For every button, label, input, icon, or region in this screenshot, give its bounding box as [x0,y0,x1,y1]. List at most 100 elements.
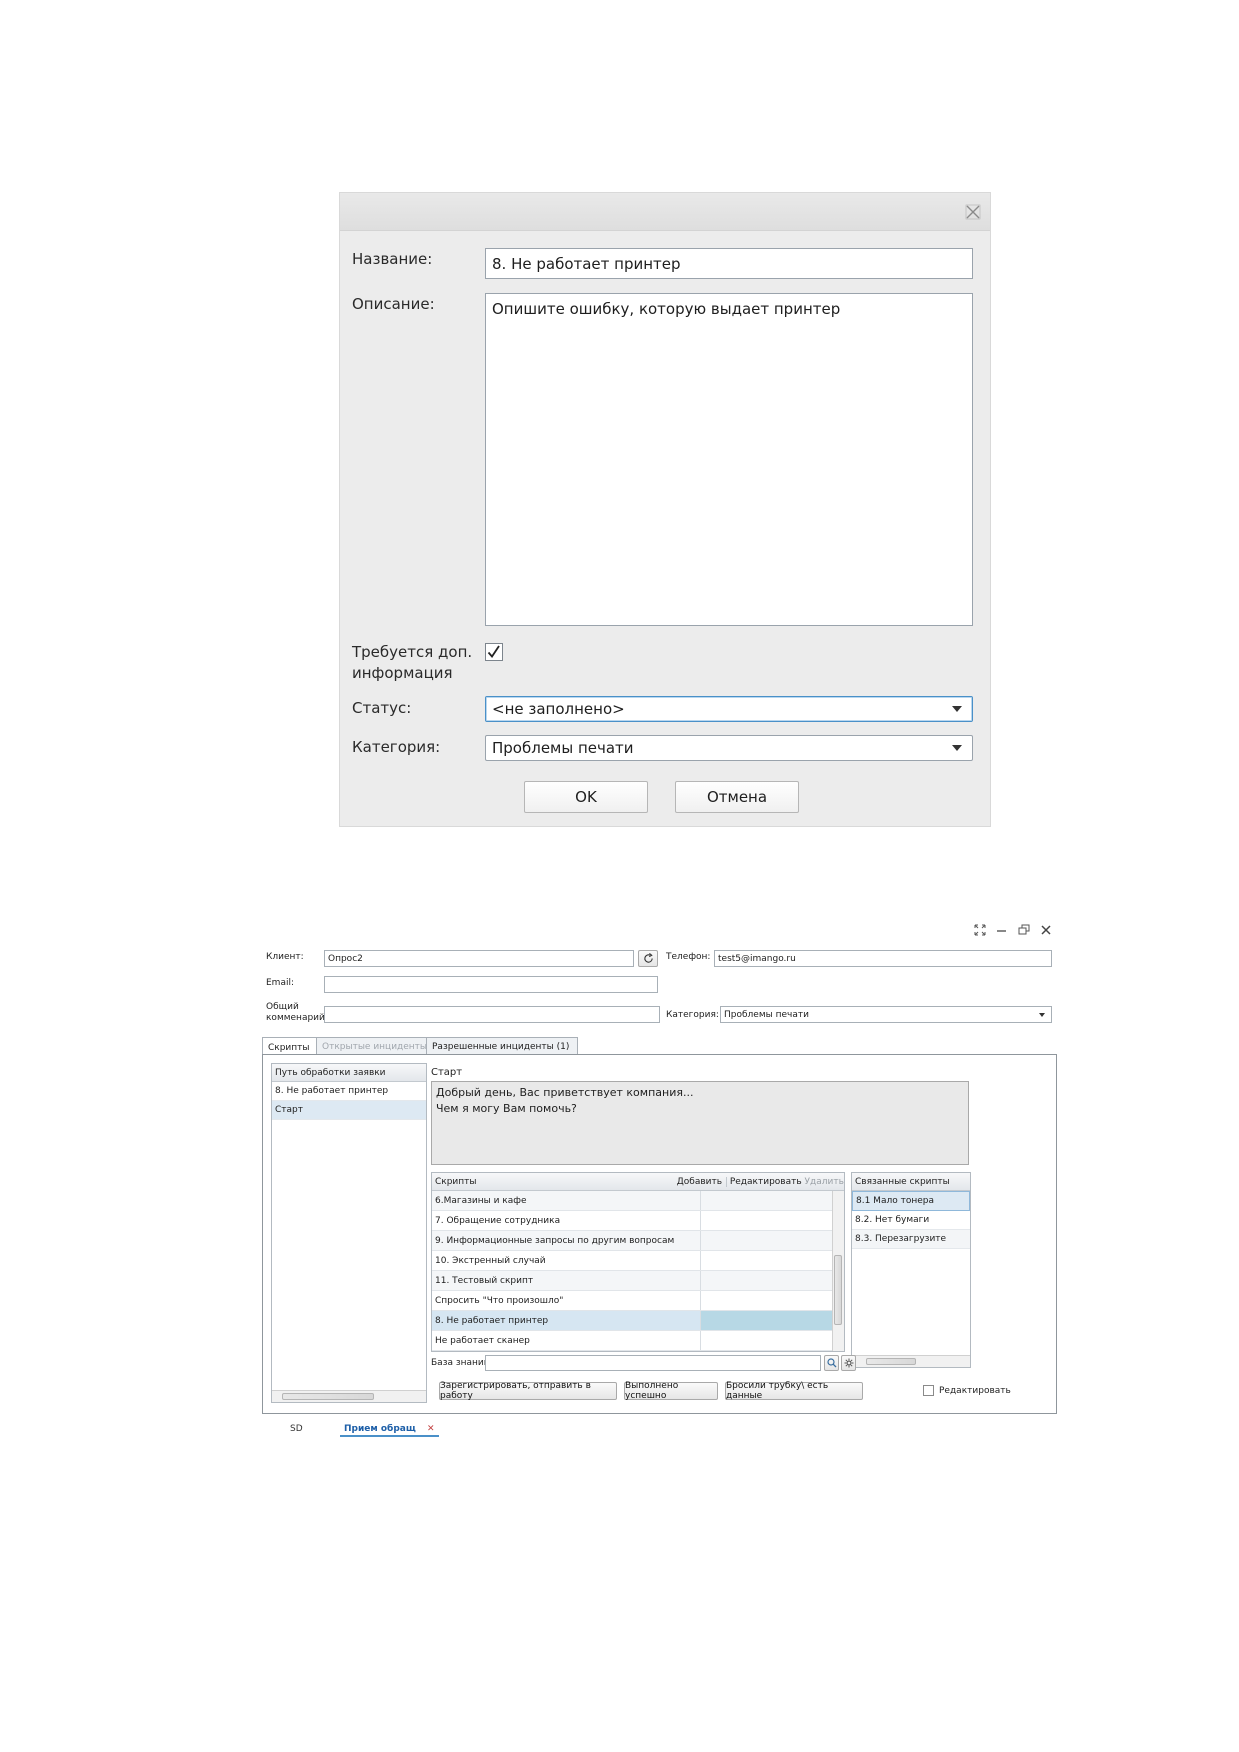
start-script-text: Добрый день, Вас приветствует компания..… [431,1081,969,1165]
edit-button[interactable]: Редактировать [726,1176,804,1187]
client-label: Клиент: [266,952,304,962]
category-combobox[interactable]: Проблемы печати [485,735,973,761]
script-row[interactable]: Не работает сканер [432,1331,832,1351]
maximize-icon[interactable] [972,922,988,938]
comment-label-line1: Общий [266,1002,299,1012]
scrollbar-thumb[interactable] [834,1255,842,1325]
client-field[interactable]: Опрос2 [324,950,634,967]
add-button[interactable]: Добавить [673,1177,726,1187]
phone-label: Телефон: [666,952,711,962]
edit-checkbox[interactable] [923,1385,934,1396]
script-row-selected[interactable]: 8. Не работает принтер [432,1311,832,1331]
extra-info-checkbox[interactable] [485,643,503,661]
register-button[interactable]: Зарегистрировать, отправить в работу [439,1381,617,1401]
delete-button[interactable]: Удалить [804,1177,844,1187]
category-value: Проблемы печати [492,739,634,757]
linked-scripts-header: Связанные скрипты [852,1173,970,1191]
extra-info-label: Требуется доп. информация [352,642,472,684]
description-field[interactable]: Опишите ошибку, которую выдает принтер [485,293,973,626]
document-tab-active[interactable]: Прием обращ ✕ [340,1424,439,1437]
window-controls [972,922,1060,940]
cancel-button[interactable]: Отмена [675,781,799,813]
script-row[interactable]: 10. Экстренный случай [432,1251,832,1271]
document-tab-sd[interactable]: SD [290,1424,303,1434]
script-row[interactable]: 6.Магазины и кафе [432,1191,832,1211]
ok-button[interactable]: OK [524,781,648,813]
restore-icon[interactable] [1016,922,1032,938]
linked-script-item[interactable]: 8.3. Перезагрузите [852,1230,970,1249]
path-list-header: Путь обработки заявки [272,1064,426,1082]
script-name: Не работает сканер [432,1331,701,1350]
script-row[interactable]: Спросить "Что произошло" [432,1291,832,1311]
dropdown-arrow-icon [952,745,962,751]
refresh-button[interactable] [638,950,658,967]
settings-button[interactable] [841,1355,856,1371]
scripts-grid: Скрипты Добавить Редактировать Удалить 6… [431,1172,845,1352]
comment-label: Общий комменарий: [266,1002,328,1024]
document-tabs: SD Прием обращ ✕ [290,1424,590,1440]
done-button[interactable]: Выполнено успешно [624,1381,718,1401]
document-tab-label: Прием обращ [344,1424,416,1434]
scrollbar-thumb[interactable] [282,1393,374,1400]
script-name: 10. Экстренный случай [432,1251,701,1270]
email-label: Email: [266,978,295,988]
linked-script-item[interactable]: 8.1 Мало тонера [852,1191,970,1211]
close-icon[interactable]: ✕ [427,1424,435,1434]
comment-field[interactable] [324,1006,660,1023]
search-icon [826,1358,836,1368]
scripts-header: Скрипты [435,1176,477,1187]
knowledge-base-field[interactable] [485,1355,821,1371]
start-text-line1: Добрый день, Вас приветствует компания..… [436,1086,694,1099]
dropdown-arrow-icon [952,706,962,712]
extra-info-label-line1: Требуется доп. [352,643,473,661]
knowledge-base-label: База знаний [431,1358,490,1368]
script-name: Спросить "Что произошло" [432,1291,701,1310]
scripts-vscrollbar[interactable] [832,1191,844,1351]
phone-field[interactable]: test5@imango.ru [714,950,1052,967]
name-field[interactable]: 8. Не работает принтер [485,248,973,279]
minimize-icon[interactable] [994,922,1010,938]
dialog-titlebar [340,193,990,231]
category-combobox[interactable]: Проблемы печати [720,1006,1052,1023]
comment-label-line2: комменарий: [266,1013,328,1023]
settings-icon [844,1358,853,1368]
scripts-grid-header: Скрипты Добавить Редактировать Удалить [432,1173,844,1191]
script-name: 8. Не работает принтер [432,1311,701,1330]
search-button[interactable] [824,1355,839,1371]
close-icon[interactable] [964,203,982,221]
script-row[interactable]: 9. Информационные запросы по другим вопр… [432,1231,832,1251]
script-row[interactable]: 7. Обращение сотрудника [432,1211,832,1231]
tab-strip: Скрипты Открытые инциденты Разрешенные и… [262,1037,662,1057]
check-icon [487,645,500,658]
extra-info-label-line2: информация [352,664,453,682]
linked-scripts-list: Связанные скрипты 8.1 Мало тонера 8.2. Н… [851,1172,971,1368]
script-name: 11. Тестовый скрипт [432,1271,701,1290]
hangup-button[interactable]: Бросили трубку\ есть данные [725,1381,863,1401]
incident-window: Клиент: Опрос2 Телефон: test5@imango.ru … [260,922,1060,1442]
category-value: Проблемы печати [724,1009,809,1020]
linked-scripts-hscrollbar[interactable] [852,1355,970,1367]
close-icon[interactable] [1038,922,1054,938]
script-name: 7. Обращение сотрудника [432,1211,701,1230]
start-title: Старт [431,1067,463,1078]
category-label: Категория: [666,1010,719,1020]
scripts-rows: 6.Магазины и кафе 7. Обращение сотрудник… [432,1191,832,1351]
status-value: <не заполнено> [492,700,625,718]
start-text-line2: Чем я могу Вам помочь? [436,1102,577,1115]
email-field[interactable] [324,976,658,993]
path-list-hscrollbar[interactable] [272,1390,426,1402]
scrollbar-thumb[interactable] [866,1358,916,1365]
script-name: 6.Магазины и кафе [432,1191,701,1210]
refresh-icon [643,953,653,963]
scripts-tab-panel: Путь обработки заявки 8. Не работает при… [262,1054,1057,1414]
script-row[interactable]: 11. Тестовый скрипт [432,1271,832,1291]
dropdown-arrow-icon [1039,1012,1045,1017]
status-combobox[interactable]: <не заполнено> [485,696,973,722]
linked-script-item[interactable]: 8.2. Нет бумаги [852,1211,970,1230]
path-item[interactable]: 8. Не работает принтер [272,1082,426,1101]
description-label: Описание: [352,295,435,313]
status-label: Статус: [352,699,412,717]
path-item[interactable]: Старт [272,1101,426,1120]
edit-checkbox-label: Редактировать [939,1386,1011,1396]
path-list: Путь обработки заявки 8. Не работает при… [271,1063,427,1403]
